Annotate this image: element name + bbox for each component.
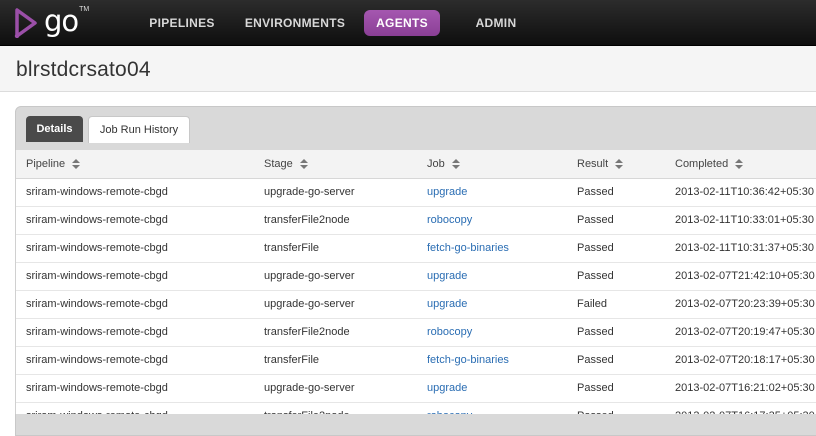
cell-completed: 2013-02-11T10:33:01+05:30 <box>665 206 816 235</box>
nav-pipelines[interactable]: PIPELINES <box>146 10 218 36</box>
table-row: sriram-windows-remote-cbgd transferFile2… <box>16 206 816 235</box>
cell-pipeline: sriram-windows-remote-cbgd <box>16 290 254 319</box>
cell-result: Passed <box>567 318 665 347</box>
go-logo-icon <box>14 8 37 38</box>
column-header-job[interactable]: Job <box>417 150 567 179</box>
sort-icon[interactable] <box>735 158 744 169</box>
logo-trademark: TM <box>79 5 90 13</box>
cell-job-link[interactable]: upgrade <box>417 374 567 403</box>
cell-pipeline: sriram-windows-remote-cbgd <box>16 178 254 207</box>
table-row: sriram-windows-remote-cbgd upgrade-go-se… <box>16 178 816 207</box>
cell-stage: transferFile2node <box>254 318 417 347</box>
column-header-label: Completed <box>675 157 729 170</box>
table-row: sriram-windows-remote-cbgd transferFile2… <box>16 402 816 414</box>
cell-pipeline: sriram-windows-remote-cbgd <box>16 402 254 414</box>
nav-agents[interactable]: AGENTS <box>364 10 440 36</box>
cell-stage: upgrade-go-server <box>254 262 417 291</box>
nav-environments[interactable]: ENVIRONMENTS <box>244 10 346 36</box>
cell-pipeline: sriram-windows-remote-cbgd <box>16 374 254 403</box>
cell-completed: 2013-02-07T20:23:39+05:30 <box>665 290 816 319</box>
job-history-table-container: Pipeline Stage Job Result Completed srir… <box>15 150 816 414</box>
column-header-result[interactable]: Result <box>567 150 665 179</box>
cell-result: Passed <box>567 402 665 414</box>
logo-text: go <box>44 4 79 38</box>
table-row: sriram-windows-remote-cbgd transferFile … <box>16 346 816 375</box>
table-row: sriram-windows-remote-cbgd upgrade-go-se… <box>16 290 816 319</box>
column-header-label: Result <box>577 157 609 170</box>
tab-job-run-history[interactable]: Job Run History <box>88 116 190 143</box>
column-header-pipeline[interactable]: Pipeline <box>16 150 254 179</box>
table-header-row: Pipeline Stage Job Result Completed <box>16 150 816 179</box>
cell-result: Passed <box>567 374 665 403</box>
sort-icon[interactable] <box>615 158 624 169</box>
cell-job-link[interactable]: upgrade <box>417 262 567 291</box>
nav-admin[interactable]: ADMIN <box>470 10 522 36</box>
page-title: blrstdcrsato04 <box>16 58 151 81</box>
cell-stage: upgrade-go-server <box>254 290 417 319</box>
cell-completed: 2013-02-07T16:21:02+05:30 <box>665 374 816 403</box>
cell-stage: transferFile <box>254 234 417 263</box>
cell-result: Failed <box>567 290 665 319</box>
column-header-label: Job <box>427 157 445 170</box>
go-logo[interactable]: go TM <box>14 6 89 40</box>
cell-pipeline: sriram-windows-remote-cbgd <box>16 346 254 375</box>
column-header-completed[interactable]: Completed <box>665 150 816 179</box>
sort-icon[interactable] <box>451 158 460 169</box>
cell-result: Passed <box>567 234 665 263</box>
column-header-label: Stage <box>264 157 293 170</box>
top-navigation-bar: go TM PIPELINES ENVIRONMENTS AGENTS ADMI… <box>0 0 816 46</box>
tab-details[interactable]: Details <box>26 116 83 142</box>
cell-completed: 2013-02-11T10:31:37+05:30 <box>665 234 816 263</box>
cell-job-link[interactable]: robocopy <box>417 206 567 235</box>
cell-pipeline: sriram-windows-remote-cbgd <box>16 206 254 235</box>
cell-job-link[interactable]: robocopy <box>417 402 567 414</box>
cell-job-link[interactable]: fetch-go-binaries <box>417 346 567 375</box>
job-history-table: Pipeline Stage Job Result Completed srir… <box>16 150 816 414</box>
cell-stage: transferFile2node <box>254 402 417 414</box>
cell-job-link[interactable]: fetch-go-binaries <box>417 234 567 263</box>
cell-result: Passed <box>567 262 665 291</box>
cell-stage: transferFile2node <box>254 206 417 235</box>
cell-completed: 2013-02-11T10:36:42+05:30 <box>665 178 816 207</box>
cell-job-link[interactable]: upgrade <box>417 178 567 207</box>
table-row: sriram-windows-remote-cbgd transferFile … <box>16 234 816 263</box>
cell-job-link[interactable]: robocopy <box>417 318 567 347</box>
table-row: sriram-windows-remote-cbgd transferFile2… <box>16 318 816 347</box>
cell-completed: 2013-02-07T16:17:35+05:30 <box>665 402 816 414</box>
sort-icon[interactable] <box>72 158 81 169</box>
cell-pipeline: sriram-windows-remote-cbgd <box>16 234 254 263</box>
cell-completed: 2013-02-07T21:42:10+05:30 <box>665 262 816 291</box>
cell-stage: transferFile <box>254 346 417 375</box>
cell-result: Passed <box>567 206 665 235</box>
cell-completed: 2013-02-07T20:19:47+05:30 <box>665 318 816 347</box>
cell-pipeline: sriram-windows-remote-cbgd <box>16 318 254 347</box>
cell-pipeline: sriram-windows-remote-cbgd <box>16 262 254 291</box>
page-header: blrstdcrsato04 <box>0 46 816 92</box>
cell-result: Passed <box>567 346 665 375</box>
column-header-label: Pipeline <box>26 157 66 170</box>
cell-job-link[interactable]: upgrade <box>417 290 567 319</box>
cell-stage: upgrade-go-server <box>254 178 417 207</box>
table-row: sriram-windows-remote-cbgd upgrade-go-se… <box>16 262 816 291</box>
column-header-stage[interactable]: Stage <box>254 150 417 179</box>
sort-icon[interactable] <box>299 158 308 169</box>
cell-stage: upgrade-go-server <box>254 374 417 403</box>
cell-result: Passed <box>567 178 665 207</box>
cell-completed: 2013-02-07T20:18:17+05:30 <box>665 346 816 375</box>
table-row: sriram-windows-remote-cbgd upgrade-go-se… <box>16 374 816 403</box>
